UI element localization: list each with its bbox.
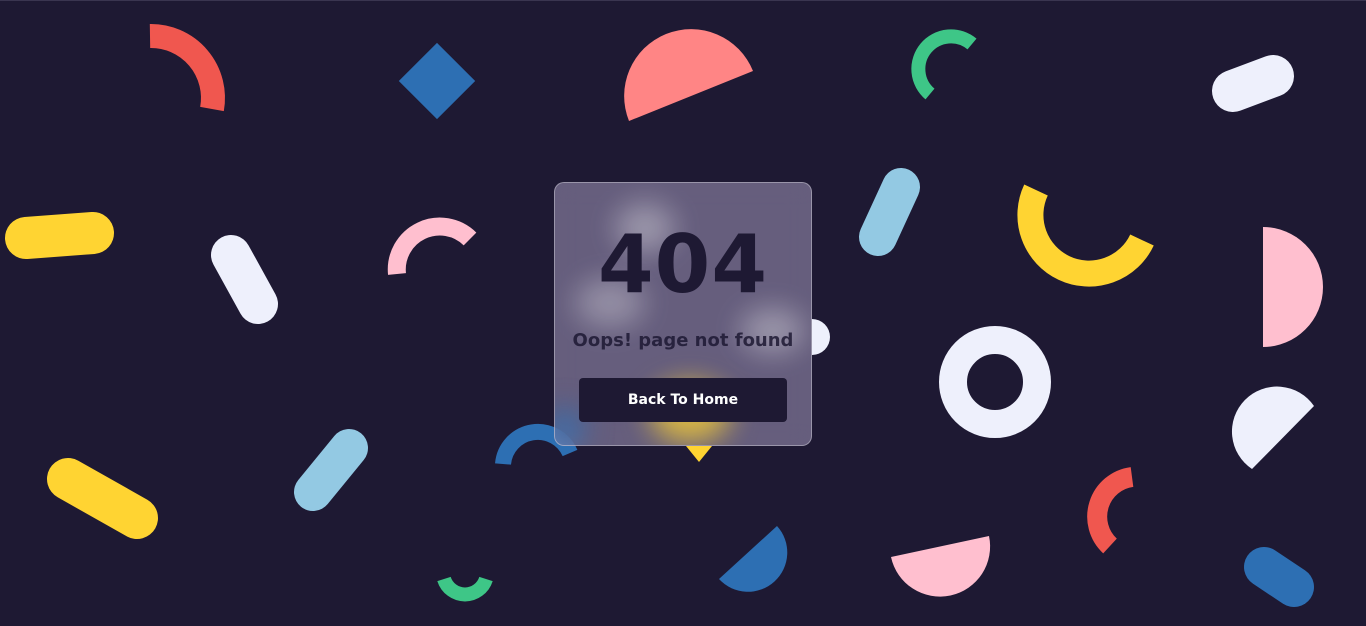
page-404: 404 Oops! page not found Back To Home — [0, 0, 1366, 626]
green-arc-shape — [437, 576, 493, 602]
white-pill-shape — [1212, 55, 1294, 112]
white-pill-shape — [211, 235, 278, 324]
pink-semicircle-shape — [1263, 227, 1323, 347]
pink-arc-shape — [387, 217, 477, 275]
error-card: 404 Oops! page not found Back To Home — [554, 182, 812, 446]
yellow-drop-shape — [686, 446, 712, 462]
blue-pill-shape — [1244, 547, 1314, 607]
yellow-arc-shape — [1017, 184, 1154, 287]
light-blue-pill-shape — [294, 429, 368, 511]
yellow-pill-shape — [47, 458, 158, 539]
light-blue-pill-shape — [859, 168, 920, 256]
blue-semicircle-shape — [719, 526, 788, 592]
white-blob-shape — [812, 319, 830, 355]
error-code: 404 — [598, 218, 768, 311]
red-arc-shape — [1087, 467, 1134, 554]
blue-diamond-shape — [398, 42, 476, 120]
yellow-pill-shape — [5, 212, 114, 259]
white-semicircle-shape — [1231, 386, 1314, 469]
back-to-home-button[interactable]: Back To Home — [579, 378, 787, 422]
salmon-semicircle-shape — [624, 29, 753, 122]
pink-semicircle-shape — [891, 536, 991, 597]
red-arc-shape — [149, 23, 225, 112]
green-arc-shape — [911, 29, 977, 100]
error-message: Oops! page not found — [572, 330, 794, 351]
white-ring-shape — [939, 326, 1051, 438]
